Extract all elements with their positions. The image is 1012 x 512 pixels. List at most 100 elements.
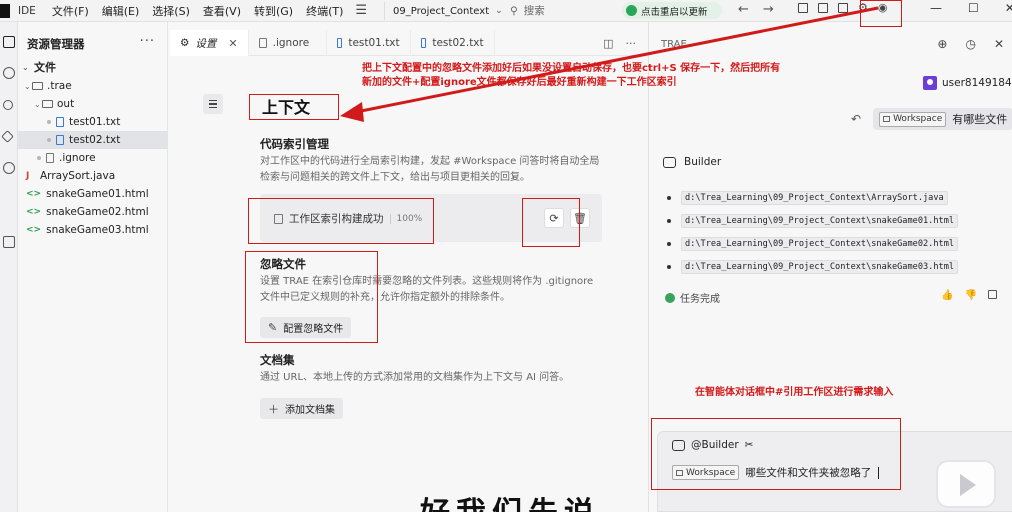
menu-view[interactable]: 查看(V) [203, 3, 241, 19]
thumbs-down-icon[interactable]: 👎 [964, 290, 976, 301]
input-agent-label: @Builder [691, 439, 739, 451]
docs-section-desc: 通过 URL、本地上传的方式添加常用的文档集作为上下文与 AI 问答。 [260, 372, 570, 383]
plain-file-icon [258, 38, 267, 48]
debug-icon[interactable] [1, 130, 14, 143]
docs-section-title: 文档集 [260, 353, 295, 367]
search-activity-icon[interactable] [3, 67, 15, 79]
more-actions-icon[interactable]: ··· [626, 37, 637, 50]
restart-update-button[interactable]: 点击重启以更新 [622, 2, 722, 19]
search-box[interactable]: ⚲ 搜索 [510, 3, 545, 18]
menu-terminal[interactable]: 终端(T) [306, 3, 343, 19]
tree-file-snake01[interactable]: <> snakeGame01.html [18, 185, 168, 203]
list-item: d:\Trea_Learning\09_Project_Context\Arra… [667, 186, 958, 209]
tree-label: test01.txt [69, 116, 121, 128]
toggle-panel-icon[interactable] [818, 3, 828, 13]
chevron-down-icon: ⌄ [22, 62, 29, 72]
list-item: d:\Trea_Learning\09_Project_Context\snak… [667, 209, 959, 232]
settings-gear-icon[interactable]: ⚙ [858, 2, 868, 13]
ide-label[interactable]: IDE [18, 5, 36, 17]
forward-arrow-icon[interactable]: → [763, 2, 774, 17]
app-logo [0, 3, 10, 18]
menu-edit[interactable]: 编辑(E) [102, 3, 140, 19]
explorer-icon[interactable] [3, 36, 15, 48]
split-editor-icon[interactable]: ◫ [603, 37, 613, 50]
tree-folder-out[interactable]: ⌄ out [18, 95, 168, 113]
tree-file-test01[interactable]: test01.txt [18, 113, 168, 131]
html-file-icon: <> [26, 207, 42, 217]
toggle-sidebar-icon[interactable] [798, 3, 808, 13]
close-icon[interactable]: ✕ [994, 37, 1004, 51]
extensions-icon[interactable] [3, 236, 15, 248]
new-chat-icon[interactable]: ⊕ [937, 37, 947, 51]
history-icon[interactable]: ◷ [965, 37, 975, 51]
hamburger-menu-icon[interactable]: ☰ [355, 3, 367, 18]
tree-file-snake03[interactable]: <> snakeGame03.html [18, 221, 168, 239]
toggle-secondary-sidebar-icon[interactable] [838, 3, 848, 13]
menu-file[interactable]: 文件(F) [52, 3, 89, 19]
configure-ignore-label: 配置忽略文件 [283, 324, 344, 335]
add-docs-button[interactable]: ＋ 添加文档集 [260, 398, 343, 419]
close-icon[interactable]: ✕ [228, 37, 237, 50]
tab-test02[interactable]: test02.txt [411, 30, 495, 56]
file-path[interactable]: d:\Trea_Learning\09_Project_Context\snak… [681, 236, 959, 251]
index-status-card: 工作区索引构建成功 100% ⟳ 🗑 [260, 194, 602, 242]
agent-selector[interactable]: @Builder ✂ [672, 439, 753, 451]
account-icon[interactable]: ◉ [878, 2, 888, 13]
chat-input-box[interactable]: @Builder ✂ Workspace 哪些文件和文件夹被忽略了 [657, 431, 1012, 512]
minimize-icon[interactable]: — [930, 1, 942, 15]
settings-menu-icon[interactable] [203, 94, 223, 114]
thumbs-up-icon[interactable]: 👍 [941, 290, 953, 301]
index-progress: 100% [389, 213, 422, 224]
robot-icon [672, 439, 685, 451]
tree-label: .trae [47, 80, 72, 92]
rebuild-index-button[interactable]: ⟳ [544, 208, 564, 228]
tree-file-ignore[interactable]: .ignore [18, 149, 168, 167]
workspace-chip: Workspace [672, 465, 740, 480]
back-arrow-icon[interactable]: ← [738, 2, 749, 17]
file-path[interactable]: d:\Trea_Learning\09_Project_Context\Arra… [681, 190, 948, 205]
source-control-icon[interactable] [3, 100, 13, 110]
menu-go[interactable]: 转到(G) [254, 3, 293, 19]
file-path[interactable]: d:\Trea_Learning\09_Project_Context\snak… [681, 259, 959, 274]
task-status: 任务完成 [665, 290, 720, 305]
chat-input-field[interactable]: Workspace 哪些文件和文件夹被忽略了 [672, 465, 880, 480]
avatar [923, 76, 937, 90]
text-file-icon [336, 38, 343, 48]
settings-activity-icon[interactable] [3, 162, 15, 174]
tab-test01[interactable]: test01.txt [327, 30, 411, 56]
tree-label: snakeGame01.html [46, 188, 149, 200]
close-window-icon[interactable]: ✕ [1005, 1, 1012, 15]
configure-ignore-button[interactable]: ✎ 配置忽略文件 [260, 317, 352, 338]
tree-file-arraysort[interactable]: J ArraySort.java [18, 167, 168, 185]
explorer-section-label: 文件 [34, 61, 56, 74]
message-text: 有哪些文件 [952, 113, 1008, 126]
answer-file-list: d:\Trea_Learning\09_Project_Context\Arra… [667, 186, 959, 278]
tree-dot [47, 120, 51, 124]
task-status-label: 任务完成 [680, 294, 720, 305]
workspace-icon [676, 469, 683, 476]
menu-selection[interactable]: 选择(S) [152, 3, 190, 19]
tree-file-test02[interactable]: test02.txt [18, 131, 168, 149]
more-actions-icon[interactable]: ··· [140, 34, 155, 49]
ignore-section-desc: 设置 TRAE 在索引仓库时需要忽略的文件列表。这些规则将作为 .gitigno… [260, 276, 594, 303]
tree-folder-trae[interactable]: ⌄ .trae [18, 77, 168, 95]
annotation-note-top: 把上下文配置中的忽略文件添加好后如果没设置自动保存，也要ctrl+S 保存一下，… [362, 63, 781, 88]
chevron-down-icon: ⌄ [24, 81, 31, 91]
tree-file-snake02[interactable]: <> snakeGame02.html [18, 203, 168, 221]
window-controls: — ☐ ✕ [930, 1, 1012, 15]
layout-toggles: ⚙ ◉ [798, 2, 888, 13]
tab-settings[interactable]: ⚙ 设置 ✕ [170, 30, 249, 56]
undo-icon[interactable]: ↶ [851, 112, 861, 126]
tab-ignore[interactable]: .ignore [249, 30, 327, 56]
explorer-section-header[interactable]: ⌄ 文件 [22, 59, 56, 75]
file-path[interactable]: d:\Trea_Learning\09_Project_Context\snak… [681, 213, 959, 228]
folder-icon [32, 82, 43, 90]
more-actions-icon[interactable]: ⋮ [1008, 290, 1012, 301]
project-selector[interactable]: 09_Project_Context ⌄ [384, 2, 503, 20]
index-section-desc: 对工作区中的代码进行全局索引构建，发起 #Workspace 问答时将自动全局检… [260, 156, 600, 183]
tree-label: .ignore [59, 152, 96, 164]
workspace-chip-label: Workspace [686, 467, 736, 478]
copy-icon[interactable] [987, 290, 997, 299]
maximize-icon[interactable]: ☐ [968, 1, 979, 15]
delete-index-button[interactable]: 🗑 [570, 208, 590, 228]
